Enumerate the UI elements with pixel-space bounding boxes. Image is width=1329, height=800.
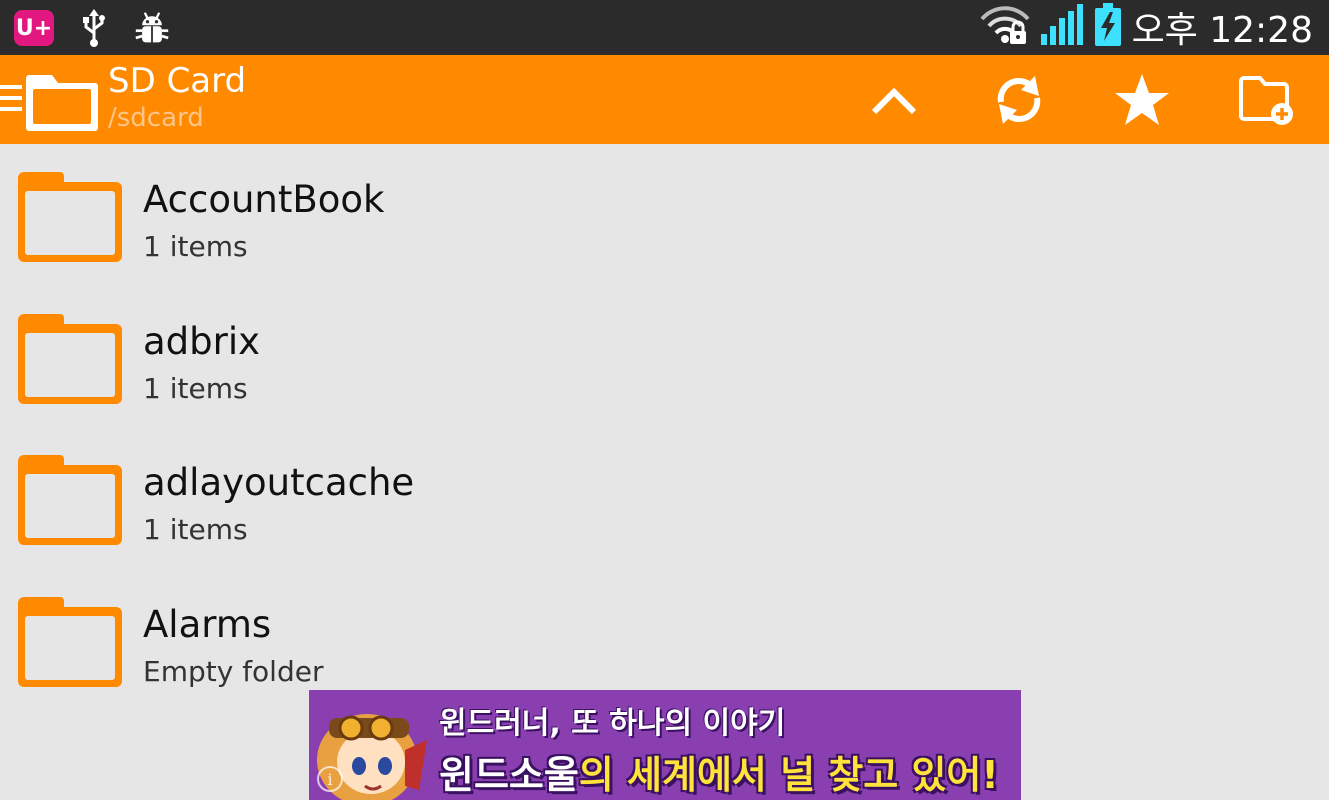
list-item[interactable]: adlayoutcache 1 items [0, 427, 1329, 569]
usb-icon [76, 8, 112, 48]
folder-icon [16, 168, 126, 270]
folder-icon[interactable] [24, 67, 100, 137]
wifi-lock-icon [980, 5, 1030, 49]
list-item[interactable]: Alarms Empty folder [0, 569, 1329, 711]
menu-icon[interactable] [0, 85, 22, 117]
favorites-button[interactable] [1110, 69, 1174, 131]
carrier-icon: U+ [14, 10, 54, 46]
status-bar: U+ 오후 12:28 [0, 0, 1329, 55]
star-icon [1115, 74, 1169, 125]
file-list: AccountBook 1 items adbrix 1 items adlay… [0, 144, 1329, 710]
file-name: AccountBook [143, 178, 385, 221]
file-name: Alarms [143, 602, 272, 646]
signal-icon [1040, 4, 1084, 50]
file-meta: 1 items [143, 371, 248, 405]
status-clock: 오후 12:28 [1131, 10, 1313, 51]
new-folder-button[interactable] [1236, 69, 1300, 131]
folder-icon [16, 451, 126, 553]
new-folder-icon [1239, 76, 1293, 125]
current-path: /sdcard [108, 103, 204, 133]
file-meta: 1 items [143, 513, 248, 546]
app-title: SD Card [108, 61, 247, 101]
ad-headline: 윈드러너, 또 하나의 이야기 [439, 706, 786, 741]
list-item[interactable]: AccountBook 1 items [0, 144, 1329, 286]
refresh-icon [997, 76, 1041, 124]
list-item[interactable]: adbrix 1 items [0, 286, 1329, 428]
up-button[interactable] [862, 69, 926, 131]
ad-info-icon[interactable]: i [317, 766, 343, 792]
ad-tagline-highlight: 윈드소울 [439, 753, 579, 797]
battery-charging-icon [1094, 3, 1122, 51]
ad-tagline-rest: 의 세계에서 널 찾고 있어! [578, 753, 999, 797]
file-name: adlayoutcache [143, 461, 415, 504]
folder-icon [16, 310, 126, 412]
refresh-button[interactable] [987, 69, 1051, 131]
ad-tagline: 윈드소울의 세계에서 널 찾고 있어! [439, 744, 999, 799]
ad-banner[interactable]: i 윈드러너, 또 하나의 이야기 윈드소울의 세계에서 널 찾고 있어! [309, 690, 1021, 800]
status-bar-left: U+ [14, 8, 170, 48]
file-manager-screen: U+ 오후 12:28 SD Card /sdcard AccountBook … [0, 0, 1329, 800]
file-name: adbrix [143, 319, 261, 363]
android-debug-icon [134, 8, 170, 48]
file-meta: 1 items [143, 230, 248, 263]
up-icon [871, 87, 917, 115]
folder-icon [16, 593, 126, 695]
status-bar-right: 오후 12:28 [980, 3, 1313, 51]
app-bar: SD Card /sdcard [0, 55, 1329, 144]
file-meta: Empty folder [143, 654, 324, 688]
